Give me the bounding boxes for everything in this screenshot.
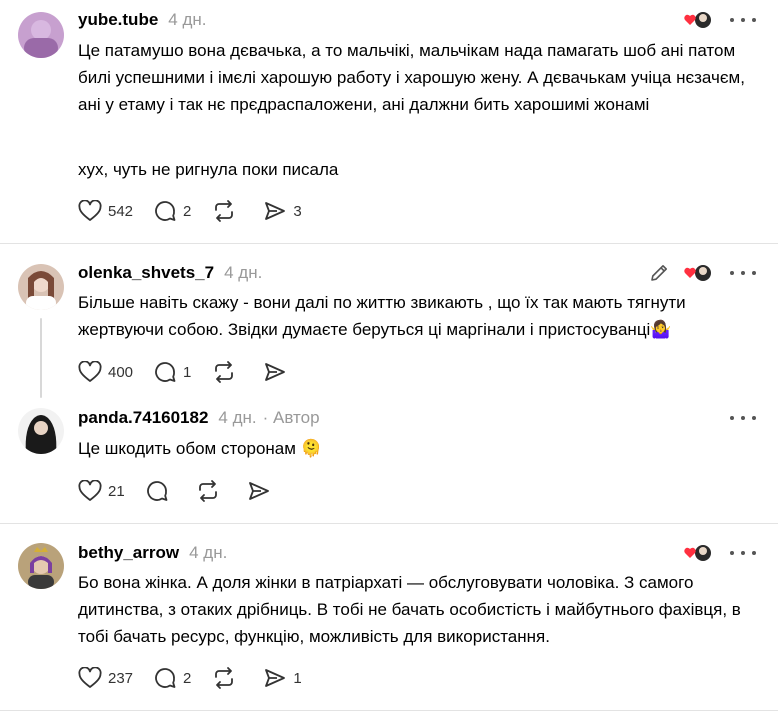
heart-icon: [78, 200, 102, 221]
post-text: Це патамушо вона дєвачька, а то мальчікі…: [78, 41, 745, 114]
like-button[interactable]: 237: [78, 667, 133, 689]
post-time[interactable]: 4 дн.: [218, 408, 256, 428]
heart-icon: [78, 667, 102, 688]
comment-icon: [146, 481, 168, 501]
post-text: Бо вона жінка. А доля жінки в патріархат…: [78, 573, 741, 646]
share-button[interactable]: 1: [263, 666, 302, 690]
share-button[interactable]: [247, 479, 277, 503]
post-time[interactable]: 4 дн.: [224, 263, 262, 283]
comment-icon: [155, 201, 176, 221]
repost-icon: [198, 480, 217, 502]
post-time[interactable]: 4 дн.: [168, 10, 206, 30]
like-button[interactable]: 542: [78, 200, 133, 222]
share-icon: [265, 363, 286, 381]
pencil-icon[interactable]: [648, 262, 670, 284]
reply-count: 2: [183, 669, 192, 687]
reply-count: 1: [183, 363, 192, 381]
repost-button[interactable]: [211, 666, 243, 690]
reply-button[interactable]: [145, 479, 175, 503]
like-count: 237: [108, 669, 134, 687]
reply-button[interactable]: 1: [153, 360, 191, 384]
avatar-panda-74160182[interactable]: [18, 408, 64, 454]
share-count: 1: [293, 669, 302, 687]
share-button[interactable]: [263, 360, 293, 384]
post-time[interactable]: 4 дн.: [189, 543, 227, 563]
repost-icon: [215, 667, 234, 689]
more-options-button[interactable]: [730, 263, 756, 283]
post-actions: 237 2 1: [78, 665, 322, 691]
author-badge: · Автор: [262, 408, 320, 427]
post-actions: 21: [78, 478, 297, 504]
share-button[interactable]: 3: [263, 199, 302, 223]
share-count: 3: [293, 202, 302, 220]
username[interactable]: olenka_shvets_7: [78, 263, 214, 283]
avatar-olenka-shvets-7[interactable]: [18, 264, 64, 310]
repost-icon: [215, 361, 234, 383]
username[interactable]: panda.74160182: [78, 408, 208, 428]
post-actions: 400 1: [78, 359, 313, 385]
comment-icon: [155, 362, 176, 382]
thread-line: [40, 318, 42, 398]
username[interactable]: yube.tube: [78, 10, 158, 30]
repost-button[interactable]: [211, 199, 243, 223]
comment-icon: [155, 668, 176, 688]
liked-by-author-icon: [684, 263, 712, 283]
post-header: olenka_shvets_7 4 дн.: [78, 261, 262, 285]
like-count: 400: [108, 363, 134, 381]
like-count: 21: [108, 482, 125, 500]
like-button[interactable]: 400: [78, 361, 133, 383]
repost-button[interactable]: [195, 479, 227, 503]
more-options-button[interactable]: [730, 408, 756, 428]
post-text-secondary: хух, чуть не ригнула поки писала: [78, 160, 339, 179]
post-text: Це шкодить обом сторонам 🫠: [78, 439, 322, 458]
username[interactable]: bethy_arrow: [78, 543, 179, 563]
post-header: yube.tube 4 дн.: [78, 8, 207, 32]
reply-count: 2: [183, 202, 192, 220]
heart-icon: [78, 361, 102, 382]
post-actions: 542 2 3: [78, 198, 322, 224]
post-header: bethy_arrow 4 дн.: [78, 541, 227, 565]
post-text: Більше навіть скажу - вони далі по життю…: [78, 293, 686, 339]
like-button[interactable]: 21: [78, 480, 125, 502]
share-icon: [248, 482, 269, 500]
post-header: panda.74160182 4 дн. · Автор: [78, 406, 320, 430]
liked-by-author-icon: [684, 10, 712, 30]
more-options-button[interactable]: [730, 543, 756, 563]
repost-icon: [215, 200, 234, 222]
liked-by-author-icon: [684, 543, 712, 563]
share-icon: [265, 669, 286, 687]
avatar-bethy-arrow[interactable]: [18, 543, 64, 589]
reply-button[interactable]: 2: [153, 666, 191, 690]
more-options-button[interactable]: [730, 10, 756, 30]
avatar-yube-tube[interactable]: [18, 12, 64, 58]
share-icon: [265, 202, 286, 220]
repost-button[interactable]: [211, 360, 243, 384]
post-divider: [0, 523, 778, 524]
post-divider: [0, 710, 778, 711]
heart-icon: [78, 480, 102, 501]
post-divider: [0, 243, 778, 244]
like-count: 542: [108, 202, 134, 220]
reply-button[interactable]: 2: [153, 199, 191, 223]
